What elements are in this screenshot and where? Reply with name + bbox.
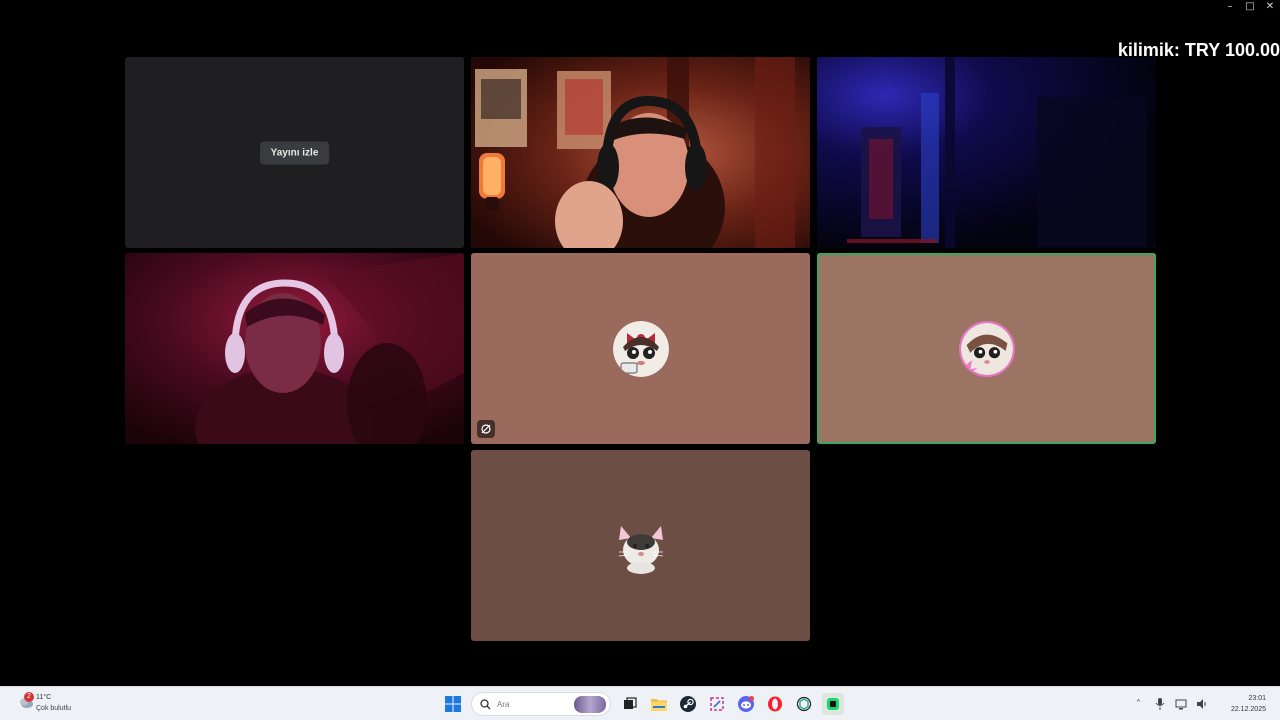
pink-girl-avatar (958, 320, 1015, 377)
steam-icon[interactable] (677, 693, 699, 715)
task-view-icon[interactable] (619, 693, 641, 715)
participant-tile-2[interactable] (817, 253, 1156, 444)
clock-date: 22.12.2025 (1230, 706, 1266, 713)
chatgpt-icon[interactable] (793, 693, 815, 715)
camera-tile-1[interactable] (471, 57, 810, 248)
camera-feed-3 (125, 253, 464, 444)
video-off-icon (477, 420, 495, 438)
taskbar-center: Ara (438, 687, 847, 720)
weather-widget[interactable]: 2 11°C Çok bulutlu (14, 692, 104, 716)
participant-tile-1[interactable] (471, 253, 810, 444)
search-highlight-art (574, 696, 606, 713)
search-placeholder: Ara (497, 699, 510, 709)
camera-feed-2 (817, 57, 1156, 248)
watch-stream-button[interactable]: Yayını izle (259, 141, 330, 164)
search-icon (480, 698, 491, 709)
volume-icon[interactable] (1194, 696, 1210, 712)
taskbar-search-box[interactable]: Ara (471, 692, 611, 716)
file-explorer-icon[interactable] (648, 693, 670, 715)
weather-condition: Çok bulutlu (36, 705, 72, 712)
taskbar-clock[interactable]: 23:01 22.12.2025 (1218, 693, 1280, 715)
camera-tile-2[interactable] (817, 57, 1156, 248)
camera-tile-3[interactable] (125, 253, 464, 444)
maximize-button[interactable]: □ (1240, 0, 1260, 14)
cat-avatar (612, 517, 669, 574)
stream-preview-tile[interactable]: Yayını izle (125, 57, 464, 248)
close-button[interactable]: ✕ (1260, 0, 1280, 14)
weather-temperature: 11°C (36, 694, 52, 701)
windows-start-icon[interactable] (442, 693, 464, 715)
windows-taskbar: 2 11°C Çok bulutlu Ara ˄ 23:01 22.12.202… (0, 686, 1280, 720)
camera-feed-1 (471, 57, 810, 248)
app-green-icon[interactable] (821, 693, 844, 715)
discord-icon[interactable] (735, 693, 757, 715)
window-controls: – □ ✕ (1220, 0, 1280, 14)
bow-girl-avatar (612, 320, 669, 377)
system-tray: ˄ 23:01 22.12.2025 (1128, 687, 1280, 720)
opera-icon[interactable] (764, 693, 786, 715)
microphone-icon[interactable] (1152, 696, 1168, 712)
chevron-up-icon[interactable]: ˄ (1131, 696, 1147, 712)
notification-badge: 2 (24, 692, 34, 702)
clock-time: 23:01 (1248, 695, 1266, 702)
network-icon[interactable] (1173, 696, 1189, 712)
snipping-tool-icon[interactable] (706, 693, 728, 715)
participant-tile-3[interactable] (471, 450, 810, 641)
minimize-button[interactable]: – (1220, 0, 1240, 14)
